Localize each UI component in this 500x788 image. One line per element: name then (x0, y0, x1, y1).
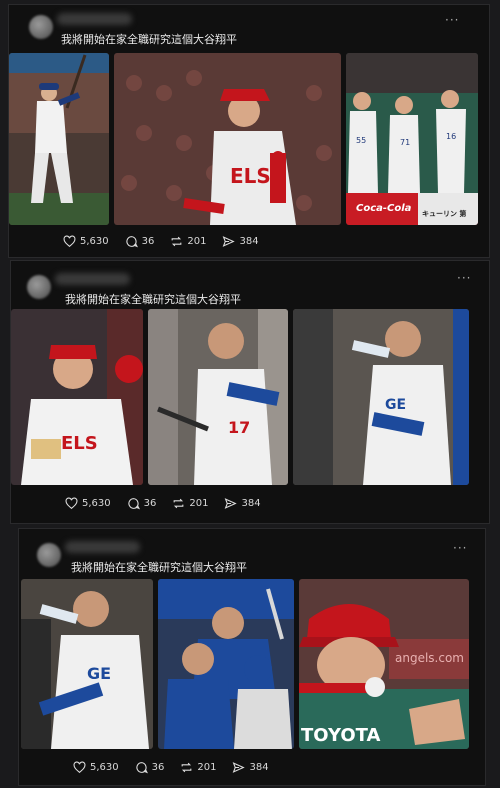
repost-button[interactable]: 201 (180, 761, 216, 774)
photo-dodgers-dugout-drinking[interactable]: GE (293, 309, 469, 485)
heart-icon (73, 761, 86, 774)
like-button[interactable]: 5,630 (73, 761, 119, 774)
repost-button[interactable]: 201 (170, 235, 206, 248)
post-caption: 我將開始在家全職研究這個大谷翔平 (71, 561, 247, 574)
post-actions: 5,630 36 201 384 (65, 497, 261, 510)
photo-angels-dugout-sitting[interactable]: ELS (11, 309, 143, 485)
repost-count: 201 (187, 236, 207, 247)
sign-toyota: TOYOTA (301, 725, 381, 746)
repost-icon (182, 762, 192, 773)
more-options-button[interactable]: ··· (445, 13, 459, 27)
repost-count: 201 (197, 762, 217, 773)
comment-count: 36 (141, 236, 155, 247)
svg-text:55: 55 (356, 136, 366, 145)
send-icon (223, 236, 236, 247)
comment-button[interactable]: 36 (125, 235, 155, 248)
post-card-3: 我將開始在家全職研究這個大谷翔平 ··· GE angels.com TOYOT… (18, 528, 486, 786)
share-button[interactable]: 384 (224, 497, 261, 510)
more-options-button[interactable]: ··· (457, 271, 471, 285)
comment-icon (136, 762, 148, 774)
comment-button[interactable]: 36 (135, 761, 165, 774)
avatar[interactable] (27, 275, 51, 299)
photo-dodgers-teammates[interactable] (158, 579, 294, 749)
photo-pitcher-angels[interactable]: ELS (114, 53, 341, 225)
comment-count: 36 (143, 498, 157, 509)
avatar[interactable] (37, 543, 61, 567)
sign-japanese-text: キューリン 第 (422, 210, 467, 218)
heart-icon (63, 235, 76, 248)
username-blurred[interactable] (65, 541, 140, 553)
share-button[interactable]: 384 (222, 235, 259, 248)
sign-coca-cola: Coca-Cola (356, 203, 412, 214)
send-icon (225, 498, 238, 509)
sign-angels-com: angels.com (395, 651, 464, 665)
more-options-button[interactable]: ··· (453, 541, 467, 555)
svg-text:GE: GE (87, 664, 111, 683)
like-button[interactable]: 5,630 (63, 235, 109, 248)
svg-text:71: 71 (400, 138, 410, 147)
comment-icon (126, 236, 138, 248)
heart-icon (65, 497, 78, 510)
like-count: 5,630 (90, 762, 119, 773)
share-button[interactable]: 384 (232, 761, 269, 774)
post-caption: 我將開始在家全職研究這個大谷翔平 (65, 293, 241, 306)
photo-dodgers-drinking-closeup[interactable]: GE (21, 579, 153, 749)
post-card-2: 我將開始在家全職研究這個大谷翔平 ··· ELS 17 GE 5,630 36 … (10, 260, 490, 524)
comment-count: 36 (151, 762, 165, 773)
share-count: 384 (241, 498, 261, 509)
repost-count: 201 (189, 498, 209, 509)
post-actions: 5,630 36 201 384 (63, 235, 259, 248)
repost-icon (174, 498, 184, 509)
svg-text:ELS: ELS (61, 433, 98, 454)
svg-text:16: 16 (446, 132, 456, 141)
avatar[interactable] (29, 15, 53, 39)
repost-button[interactable]: 201 (172, 497, 208, 510)
like-count: 5,630 (80, 236, 109, 247)
photo-angels-cap-closeup[interactable]: angels.com TOYOTA (299, 579, 469, 749)
photo-dodgers-dugout-bat[interactable]: 17 (148, 309, 288, 485)
svg-text:GE: GE (385, 397, 406, 413)
comment-button[interactable]: 36 (127, 497, 157, 510)
username-blurred[interactable] (57, 13, 132, 25)
repost-icon (172, 236, 182, 247)
username-blurred[interactable] (55, 273, 130, 285)
share-count: 384 (239, 236, 259, 247)
like-count: 5,630 (82, 498, 111, 509)
photo-japan-team-dugout[interactable]: 55 71 16 Coca-Cola キューリン 第 (346, 53, 478, 225)
svg-text:17: 17 (228, 418, 250, 437)
like-button[interactable]: 5,630 (65, 497, 111, 510)
photo-batting[interactable] (9, 53, 109, 225)
svg-text:ELS: ELS (230, 164, 271, 188)
post-caption: 我將開始在家全職研究這個大谷翔平 (61, 33, 237, 46)
comment-icon (128, 498, 140, 510)
post-actions: 5,630 36 201 384 (73, 761, 269, 774)
post-card-1: 我將開始在家全職研究這個大谷翔平 ··· ELS 55 71 16 Coca-C… (8, 4, 490, 258)
send-icon (233, 762, 246, 773)
share-count: 384 (249, 762, 269, 773)
